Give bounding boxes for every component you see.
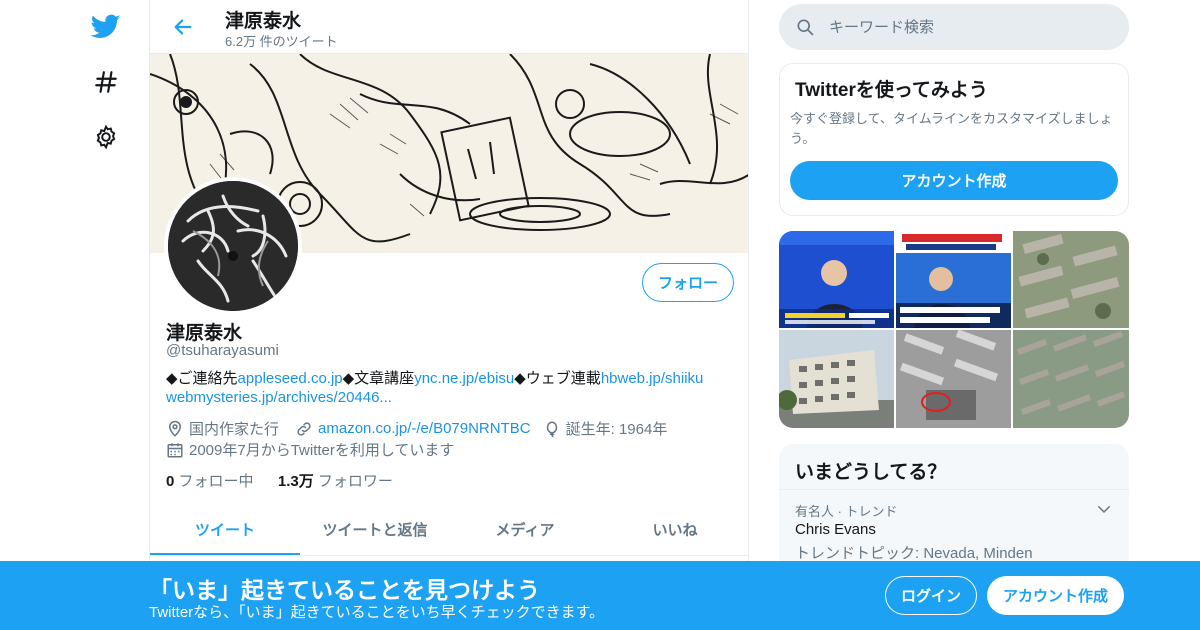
bottom-signup-bar: 「いま」起きていることを見つけよう Twitterなら、「いま」起きていることを… — [0, 561, 1200, 630]
profile-column: 津原泰水 6.2万 件のツイート フォロー 津原泰水 @tsuharayasum… — [149, 0, 749, 630]
profile-name: 津原泰水 — [166, 323, 243, 344]
profile-meta-row: 国内作家た行 amazon.co.jp/-/e/B079NRNTBC 誕生年: … — [166, 418, 679, 439]
header-tweet-count: 6.2万 件のツイート — [225, 34, 338, 49]
profile-tabs: ツイート ツイートと返信 メディア いいね — [150, 503, 748, 556]
follow-button[interactable]: フォロー — [642, 263, 734, 302]
profile-handle: @tsuharayasumi — [166, 342, 279, 359]
media-thumbnail[interactable] — [896, 330, 1011, 428]
trend-subtext: トレンドトピック: Nevada, Minden — [795, 545, 1033, 562]
back-arrow-icon[interactable] — [166, 10, 200, 44]
bio-link-appleseed[interactable]: appleseed.co.jp — [238, 370, 343, 387]
tab-tweets-and-replies[interactable]: ツイートと返信 — [300, 503, 450, 555]
tab-tweets[interactable]: ツイート — [150, 503, 300, 555]
media-thumbnail[interactable] — [1013, 231, 1129, 328]
profile-joined-row: 2009年7月からTwitterを利用しています — [166, 439, 466, 460]
twitter-bird-icon[interactable] — [84, 5, 128, 49]
profile-header-bar: 津原泰水 6.2万 件のツイート — [150, 0, 748, 54]
gear-icon[interactable] — [84, 115, 128, 159]
hashtag-icon[interactable] — [84, 60, 128, 104]
search-bar[interactable] — [779, 4, 1129, 50]
joined-text: 2009年7月からTwitterを利用しています — [189, 442, 455, 459]
profile-bio: ◆ご連絡先appleseed.co.jp◆文章講座ync.ne.jp/ebisu… — [166, 369, 726, 407]
calendar-icon — [167, 442, 183, 457]
media-gallery — [779, 231, 1129, 428]
media-thumbnail[interactable] — [779, 231, 894, 328]
header-name: 津原泰水 — [225, 11, 302, 32]
tab-media[interactable]: メディア — [450, 503, 600, 555]
bio-text-serial: ◆ウェブ連載 — [514, 370, 601, 387]
search-input[interactable] — [829, 18, 1089, 36]
followers-label: フォロワー — [317, 473, 393, 490]
bio-link-ync[interactable]: ync.ne.jp/ebisu — [414, 370, 514, 387]
join-card: Twitterを使ってみよう 今すぐ登録して、タイムラインをカスタマイズしましょ… — [779, 63, 1129, 216]
followers-count: 1.3万 — [277, 473, 314, 490]
bio-link-hbweb[interactable]: hbweb.jp/shiiku — [601, 370, 704, 387]
login-button[interactable]: ログイン — [885, 576, 977, 615]
link-icon — [297, 421, 311, 436]
bio-text-contact: ◆ご連絡先 — [166, 370, 238, 387]
trends-divider — [779, 489, 1129, 490]
join-card-description: 今すぐ登録して、タイムラインをカスタマイズしましょう。 — [790, 111, 1113, 146]
signup-button[interactable]: アカウント作成 — [987, 576, 1124, 615]
bottom-bar-subtitle: Twitterなら、「いま」起きていることをいち早くチェックできます。 — [149, 604, 605, 621]
following-label: フォロー中 — [178, 473, 254, 490]
location-pin-icon — [168, 420, 182, 437]
profile-location: 国内作家た行 — [166, 418, 279, 439]
location-text: 国内作家た行 — [189, 421, 280, 438]
balloon-icon — [546, 421, 557, 437]
profile-stats: 0 フォロー中 1.3万 フォロワー — [166, 470, 393, 491]
trends-title: いまどうしてる？ — [795, 462, 947, 483]
tab-likes[interactable]: いいね — [600, 503, 748, 555]
bio-text-course: ◆文章講座 — [342, 370, 415, 387]
media-thumbnail[interactable] — [779, 330, 894, 428]
bio-link-webmysteries[interactable]: webmysteries.jp/archives/20446... — [166, 389, 392, 406]
join-card-title: Twitterを使ってみよう — [795, 80, 988, 101]
chevron-down-icon[interactable] — [1095, 500, 1113, 523]
following-count: 0 — [166, 473, 175, 490]
trend-meta: 有名人 · トレンド — [795, 504, 898, 519]
website-link[interactable]: amazon.co.jp/-/e/B079NRNTBC — [318, 420, 531, 437]
trend-name[interactable]: Chris Evans — [795, 521, 876, 538]
birth-text: 誕生年: 1964年 — [565, 421, 668, 438]
followers-stat[interactable]: 1.3万 フォロワー — [278, 473, 393, 490]
search-icon — [797, 19, 814, 36]
profile-website: amazon.co.jp/-/e/B079NRNTBC — [295, 420, 531, 438]
profile-joined: 2009年7月からTwitterを利用しています — [166, 439, 454, 460]
bottom-bar-title: 「いま」起きていることを見つけよう — [149, 577, 540, 603]
create-account-button[interactable]: アカウント作成 — [790, 161, 1118, 200]
profile-birth: 誕生年: 1964年 — [543, 418, 668, 439]
following-stat[interactable]: 0 フォロー中 — [166, 473, 254, 490]
media-thumbnail[interactable] — [1013, 330, 1129, 428]
media-thumbnail[interactable] — [896, 231, 1011, 328]
profile-avatar[interactable] — [164, 177, 302, 315]
